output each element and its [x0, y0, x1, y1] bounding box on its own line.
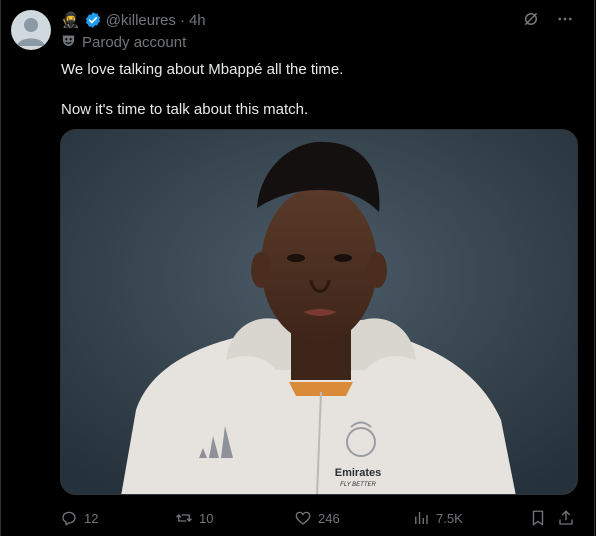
bookmark-icon — [532, 510, 544, 526]
verified-badge-icon[interactable] — [84, 11, 102, 29]
tweet-text-line-2: Now it's time to talk about this match. — [61, 101, 309, 118]
timeline-divider-right — [594, 0, 595, 536]
views-count: 7.5K — [436, 510, 463, 526]
tweet-text-line-1: We love talking about Mbappé all the tim… — [61, 61, 344, 78]
display-name[interactable]: 🥷 — [61, 11, 80, 29]
like-button[interactable]: 246 — [294, 509, 340, 527]
timeline-divider-left — [0, 0, 1, 536]
like-count: 246 — [318, 510, 340, 526]
tweet-actions: 12 10 246 7.5K — [60, 509, 578, 531]
grok-icon[interactable] — [522, 10, 540, 33]
tweet-header: 🥷 @killeures · 4h — [61, 10, 206, 30]
tweet-media-image[interactable]: Emirates FLY BETTER — [60, 129, 578, 495]
post-time[interactable]: 4h — [189, 12, 206, 29]
default-avatar-icon — [17, 18, 45, 46]
parody-label-text: Parody account — [82, 34, 187, 51]
avatar[interactable] — [11, 10, 51, 50]
jersey-sponsor-sub: FLY BETTER — [340, 482, 376, 488]
repost-count: 10 — [199, 510, 214, 526]
parody-label: Parody account — [61, 33, 186, 52]
user-handle[interactable]: @killeures — [106, 12, 176, 29]
tweet-text: We love talking about Mbappé all the tim… — [61, 60, 571, 120]
share-button[interactable] — [557, 509, 575, 527]
bookmark-button[interactable] — [529, 509, 547, 527]
reply-count: 12 — [84, 510, 99, 526]
repost-icon — [176, 514, 192, 522]
views-icon — [415, 512, 428, 524]
reply-icon — [62, 511, 76, 526]
reply-button[interactable]: 12 — [60, 509, 98, 527]
repost-button[interactable]: 10 — [175, 509, 213, 527]
heart-icon — [295, 511, 311, 525]
tweet-top-actions — [522, 10, 574, 33]
separator-dot: · — [179, 11, 185, 29]
share-icon — [559, 510, 573, 525]
more-options-icon[interactable] — [556, 10, 574, 33]
parody-mask-icon — [61, 33, 76, 52]
views-button[interactable]: 7.5K — [412, 509, 463, 527]
player-portrait: Emirates FLY BETTER — [61, 130, 577, 494]
jersey-sponsor: Emirates — [335, 467, 381, 479]
